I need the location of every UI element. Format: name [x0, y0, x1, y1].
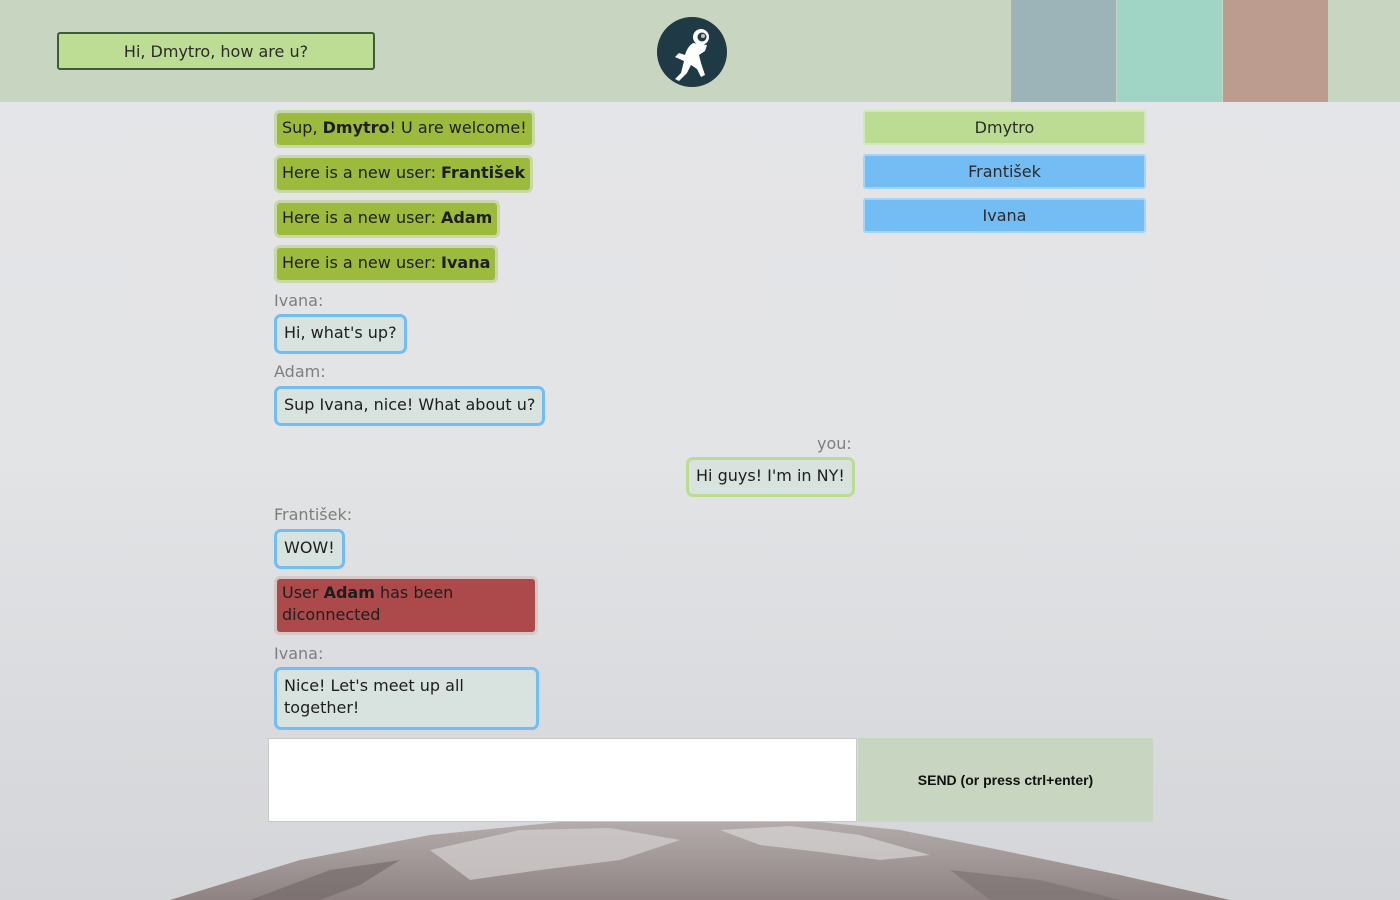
astronaut-icon	[657, 17, 727, 87]
system-message-welcome: Sup, Dmytro! U are welcome!	[274, 110, 535, 148]
system-message-new-user: Here is a new user: Adam	[274, 200, 501, 238]
system-message-new-user: Here is a new user: František	[274, 155, 534, 193]
system-message-text: Here is a new user:	[282, 163, 442, 182]
own-chat-message: Hi guys! I'm in NY!	[686, 457, 855, 497]
system-message-text: User	[282, 583, 324, 602]
message-author-you: you:	[817, 434, 852, 453]
system-message-username: Dmytro	[322, 118, 390, 137]
color-swatch-rose[interactable]	[1223, 0, 1328, 102]
chat-message: Nice! Let's meet up all together!	[274, 667, 539, 730]
system-message-username: Adam	[441, 208, 493, 227]
chat-message: Hi, what's up?	[274, 314, 407, 354]
message-input[interactable]	[268, 738, 857, 822]
message-author: Adam:	[274, 362, 326, 381]
user-item-ivana[interactable]: Ivana	[863, 198, 1146, 233]
system-message-username: Ivana	[441, 253, 491, 272]
system-message-text: ! U are welcome!	[389, 118, 527, 137]
chat-message: Sup Ivana, nice! What about u?	[274, 386, 546, 426]
greeting-badge: Hi, Dmytro, how are u?	[57, 32, 375, 70]
message-author: František:	[274, 505, 353, 524]
color-swatch-slate[interactable]	[1011, 0, 1116, 102]
system-message-text: Here is a new user:	[282, 208, 442, 227]
user-item-dmytro[interactable]: Dmytro	[863, 110, 1146, 145]
system-message-username: František	[441, 163, 526, 182]
system-message-disconnected: User Adam has been diconnected	[274, 576, 538, 635]
color-swatch-mint[interactable]	[1117, 0, 1222, 102]
system-message-username: Adam	[323, 583, 375, 602]
user-item-frantisek[interactable]: František	[863, 154, 1146, 189]
online-users-list: Dmytro František Ivana	[863, 110, 1146, 242]
message-author: Ivana:	[274, 291, 324, 310]
chat-message: WOW!	[274, 529, 345, 569]
system-message-text: Here is a new user:	[282, 253, 442, 272]
message-author: Ivana:	[274, 644, 324, 663]
system-message-text: Sup,	[282, 118, 323, 137]
header-bar: Hi, Dmytro, how are u?	[0, 0, 1400, 102]
system-message-new-user: Here is a new user: Ivana	[274, 245, 499, 283]
send-button[interactable]: SEND (or press ctrl+enter)	[858, 738, 1153, 822]
